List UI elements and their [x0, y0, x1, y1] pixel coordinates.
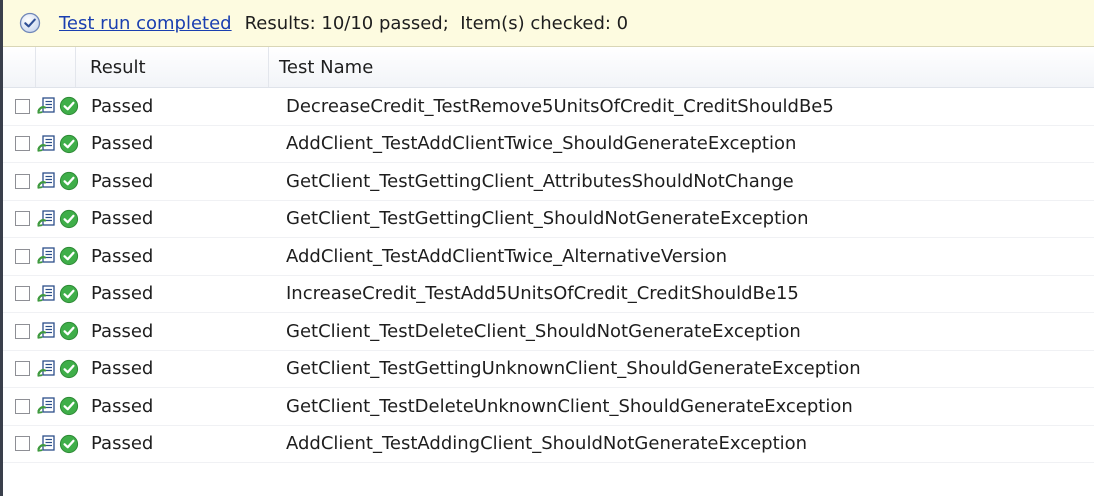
results-summary: Results: 10/10 passed; Item(s) checked: …: [244, 12, 629, 34]
test-name-cell[interactable]: GetClient_TestGettingClient_AttributesSh…: [276, 171, 1094, 192]
row-icons: [37, 434, 79, 454]
test-item-icon: [37, 321, 57, 341]
table-row[interactable]: Passed GetClient_TestGettingClient_Attrib…: [3, 163, 1094, 201]
passed-check-icon: [59, 396, 79, 416]
row-icons: [37, 246, 79, 266]
passed-check-icon: [59, 96, 79, 116]
test-name-cell[interactable]: IncreaseCredit_TestAdd5UnitsOfCredit_Cre…: [276, 283, 1094, 304]
test-name-cell[interactable]: AddClient_TestAddClientTwice_Alternative…: [276, 246, 1094, 267]
test-name-cell[interactable]: DecreaseCredit_TestRemove5UnitsOfCredit_…: [276, 96, 1094, 117]
result-cell: Passed: [91, 320, 154, 342]
result-cell: Passed: [91, 358, 154, 380]
table-row[interactable]: Passed AddClient_TestAddingClient_ShouldN…: [3, 426, 1094, 463]
result-cell: Passed: [91, 208, 154, 230]
row-checkbox-cell: [3, 398, 37, 414]
test-item-icon: [37, 396, 57, 416]
header-icon-column[interactable]: [36, 47, 76, 87]
grid-body: Passed DecreaseCredit_TestRemove5UnitsOfC…: [3, 88, 1094, 463]
header-test-name[interactable]: Test Name: [269, 47, 1094, 87]
result-cell: Passed: [91, 95, 154, 117]
row-checkbox-cell: [3, 286, 37, 302]
header-checkbox-column[interactable]: [3, 47, 36, 87]
test-item-icon: [37, 134, 57, 154]
table-row[interactable]: Passed AddClient_TestAddClientTwice_Shoul…: [3, 126, 1094, 163]
test-item-icon: [37, 284, 57, 304]
test-item-icon: [37, 246, 57, 266]
passed-check-icon: [59, 171, 79, 191]
row-checkbox[interactable]: [14, 436, 30, 452]
row-icons: [37, 359, 79, 379]
row-icons: [37, 284, 79, 304]
result-cell: Passed: [91, 283, 154, 305]
row-checkbox[interactable]: [14, 248, 30, 264]
row-checkbox[interactable]: [14, 286, 30, 302]
test-name-cell[interactable]: GetClient_TestDeleteUnknownClient_Should…: [276, 396, 1094, 417]
status-check-icon: [19, 12, 41, 34]
row-icons: [37, 321, 79, 341]
row-icons: [37, 209, 79, 229]
passed-check-icon: [59, 359, 79, 379]
row-checkbox-cell: [3, 361, 37, 377]
row-checkbox[interactable]: [14, 211, 30, 227]
passed-check-icon: [59, 434, 79, 454]
row-icons: [37, 134, 79, 154]
row-checkbox-cell: [3, 248, 37, 264]
row-checkbox-cell: [3, 98, 37, 114]
row-icons: [37, 171, 79, 191]
table-row[interactable]: Passed AddClient_TestAddClientTwice_Alter…: [3, 238, 1094, 276]
test-item-icon: [37, 359, 57, 379]
row-checkbox-cell: [3, 173, 37, 189]
test-run-status-bar: Test run completed Results: 10/10 passed…: [3, 0, 1094, 47]
row-checkbox-cell: [3, 436, 37, 452]
row-checkbox[interactable]: [14, 173, 30, 189]
test-name-cell[interactable]: GetClient_TestGettingUnknownClient_Shoul…: [276, 358, 1094, 379]
row-checkbox-cell: [3, 323, 37, 339]
row-icons: [37, 96, 79, 116]
test-item-icon: [37, 96, 57, 116]
passed-check-icon: [59, 321, 79, 341]
table-row[interactable]: Passed GetClient_TestGettingClient_Should…: [3, 201, 1094, 238]
row-checkbox[interactable]: [14, 98, 30, 114]
test-name-cell[interactable]: GetClient_TestDeleteClient_ShouldNotGene…: [276, 321, 1094, 342]
table-row[interactable]: Passed IncreaseCredit_TestAdd5UnitsOfCred…: [3, 276, 1094, 313]
header-result[interactable]: Result: [76, 47, 269, 87]
test-name-cell[interactable]: AddClient_TestAddClientTwice_ShouldGener…: [276, 133, 1094, 154]
passed-check-icon: [59, 246, 79, 266]
test-name-cell[interactable]: GetClient_TestGettingClient_ShouldNotGen…: [276, 208, 1094, 229]
table-row[interactable]: Passed DecreaseCredit_TestRemove5UnitsOfC…: [3, 88, 1094, 126]
row-checkbox-cell: [3, 136, 37, 152]
row-checkbox[interactable]: [14, 398, 30, 414]
test-item-icon: [37, 171, 57, 191]
result-cell: Passed: [91, 170, 154, 192]
result-cell: Passed: [91, 133, 154, 155]
result-cell: Passed: [91, 433, 154, 455]
table-row[interactable]: Passed GetClient_TestDeleteUnknownClient_…: [3, 388, 1094, 426]
test-results-grid: Result Test Name Passed DecreaseCredit_Te…: [3, 47, 1094, 463]
passed-check-icon: [59, 209, 79, 229]
row-checkbox[interactable]: [14, 136, 30, 152]
table-row[interactable]: Passed GetClient_TestGettingUnknownClient…: [3, 351, 1094, 388]
result-cell: Passed: [91, 245, 154, 267]
row-checkbox[interactable]: [14, 361, 30, 377]
result-cell: Passed: [91, 395, 154, 417]
table-row[interactable]: Passed GetClient_TestDeleteClient_ShouldN…: [3, 313, 1094, 351]
test-name-cell[interactable]: AddClient_TestAddingClient_ShouldNotGene…: [276, 433, 1094, 454]
passed-check-icon: [59, 284, 79, 304]
test-item-icon: [37, 209, 57, 229]
passed-check-icon: [59, 134, 79, 154]
row-checkbox[interactable]: [14, 323, 30, 339]
test-item-icon: [37, 434, 57, 454]
row-icons: [37, 396, 79, 416]
grid-header: Result Test Name: [3, 47, 1094, 88]
row-checkbox-cell: [3, 211, 37, 227]
test-run-completed-link[interactable]: Test run completed: [59, 13, 232, 34]
